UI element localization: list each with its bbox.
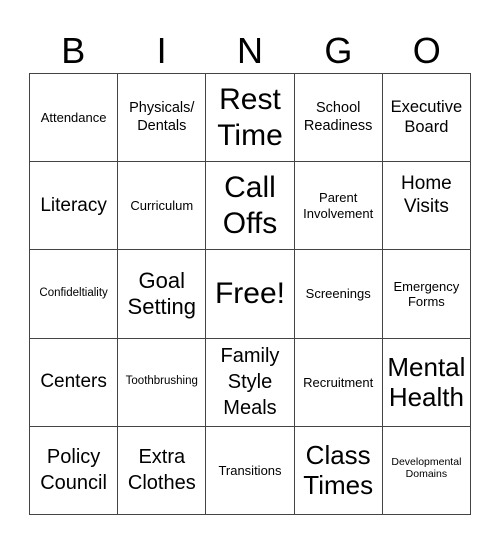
cell-label: Goal Setting: [127, 268, 197, 319]
bingo-header: B I N G O: [29, 28, 471, 73]
bingo-cell[interactable]: Screenings: [294, 250, 383, 339]
cell-label: Attendance: [40, 109, 107, 125]
cell-label: Family Style Meals: [220, 345, 280, 420]
cell-label: Curriculum: [130, 198, 194, 214]
bingo-cell[interactable]: Literacy: [30, 162, 119, 251]
cell-label: Executive Board: [390, 98, 463, 136]
cell-label: Policy Council: [40, 446, 107, 495]
bingo-cell[interactable]: Executive Board: [382, 74, 471, 163]
bingo-cell[interactable]: Parent Involvement: [294, 162, 383, 251]
cell-label: Physicals/ Dentals: [129, 100, 195, 134]
bingo-cell[interactable]: Home Visits: [382, 162, 471, 251]
bingo-cell[interactable]: Family Style Meals: [206, 338, 295, 427]
bingo-cell[interactable]: Curriculum: [118, 162, 207, 251]
bingo-cell[interactable]: Transitions: [206, 426, 295, 515]
bingo-cell[interactable]: Mental Health: [382, 338, 471, 427]
cell-label: School Readiness: [303, 100, 373, 134]
bingo-cell[interactable]: Toothbrushing: [118, 338, 207, 427]
bingo-cell[interactable]: Extra Clothes: [118, 426, 207, 515]
cell-label: Centers: [40, 370, 107, 392]
cell-label: Parent Involvement: [303, 190, 374, 221]
cell-label: Extra Clothes: [127, 446, 196, 495]
header-letter-g: G: [324, 30, 353, 71]
bingo-cell free-space[interactable]: Free!: [206, 250, 295, 339]
bingo-cell[interactable]: Rest Time: [206, 74, 295, 163]
bingo-cell[interactable]: Class Times: [294, 426, 383, 515]
bingo-card-grid: Attendance Physicals/ Dentals Rest Time …: [29, 73, 471, 515]
cell-label: Developmental Domains: [391, 456, 462, 481]
cell-label: Home Visits: [401, 173, 452, 217]
bingo-cell[interactable]: Confideltiality: [30, 250, 119, 339]
cell-label: Mental Health: [387, 351, 466, 413]
cell-label: Class Times: [303, 439, 374, 501]
bingo-cell[interactable]: Emergency Forms: [382, 250, 471, 339]
bingo-cell[interactable]: Call Offs: [206, 162, 295, 251]
bingo-cell[interactable]: Centers: [30, 338, 119, 427]
bingo-cell[interactable]: Developmental Domains: [382, 426, 471, 515]
cell-label: Confideltiality: [39, 287, 108, 300]
cell-label: Rest Time: [217, 83, 283, 152]
bingo-cell[interactable]: Attendance: [30, 74, 119, 163]
bingo-cell[interactable]: Recruitment: [294, 338, 383, 427]
cell-label: Emergency Forms: [393, 278, 460, 309]
cell-label: Toothbrushing: [125, 375, 198, 388]
bingo-cell[interactable]: School Readiness: [294, 74, 383, 163]
header-letter-i: I: [156, 30, 167, 71]
free-space-label: Free!: [214, 277, 285, 311]
cell-label: Call Offs: [222, 171, 278, 240]
header-letter-o: O: [412, 30, 441, 71]
cell-label: Transitions: [218, 462, 282, 478]
bingo-cell[interactable]: Physicals/ Dentals: [118, 74, 207, 163]
header-letter-n: N: [236, 30, 263, 71]
cell-label: Recruitment: [303, 374, 374, 390]
bingo-cell[interactable]: Policy Council: [30, 426, 119, 515]
header-letter-b: B: [61, 30, 86, 71]
bingo-cell[interactable]: Goal Setting: [118, 250, 207, 339]
cell-label: Literacy: [40, 194, 107, 216]
cell-label: Screenings: [305, 286, 371, 302]
